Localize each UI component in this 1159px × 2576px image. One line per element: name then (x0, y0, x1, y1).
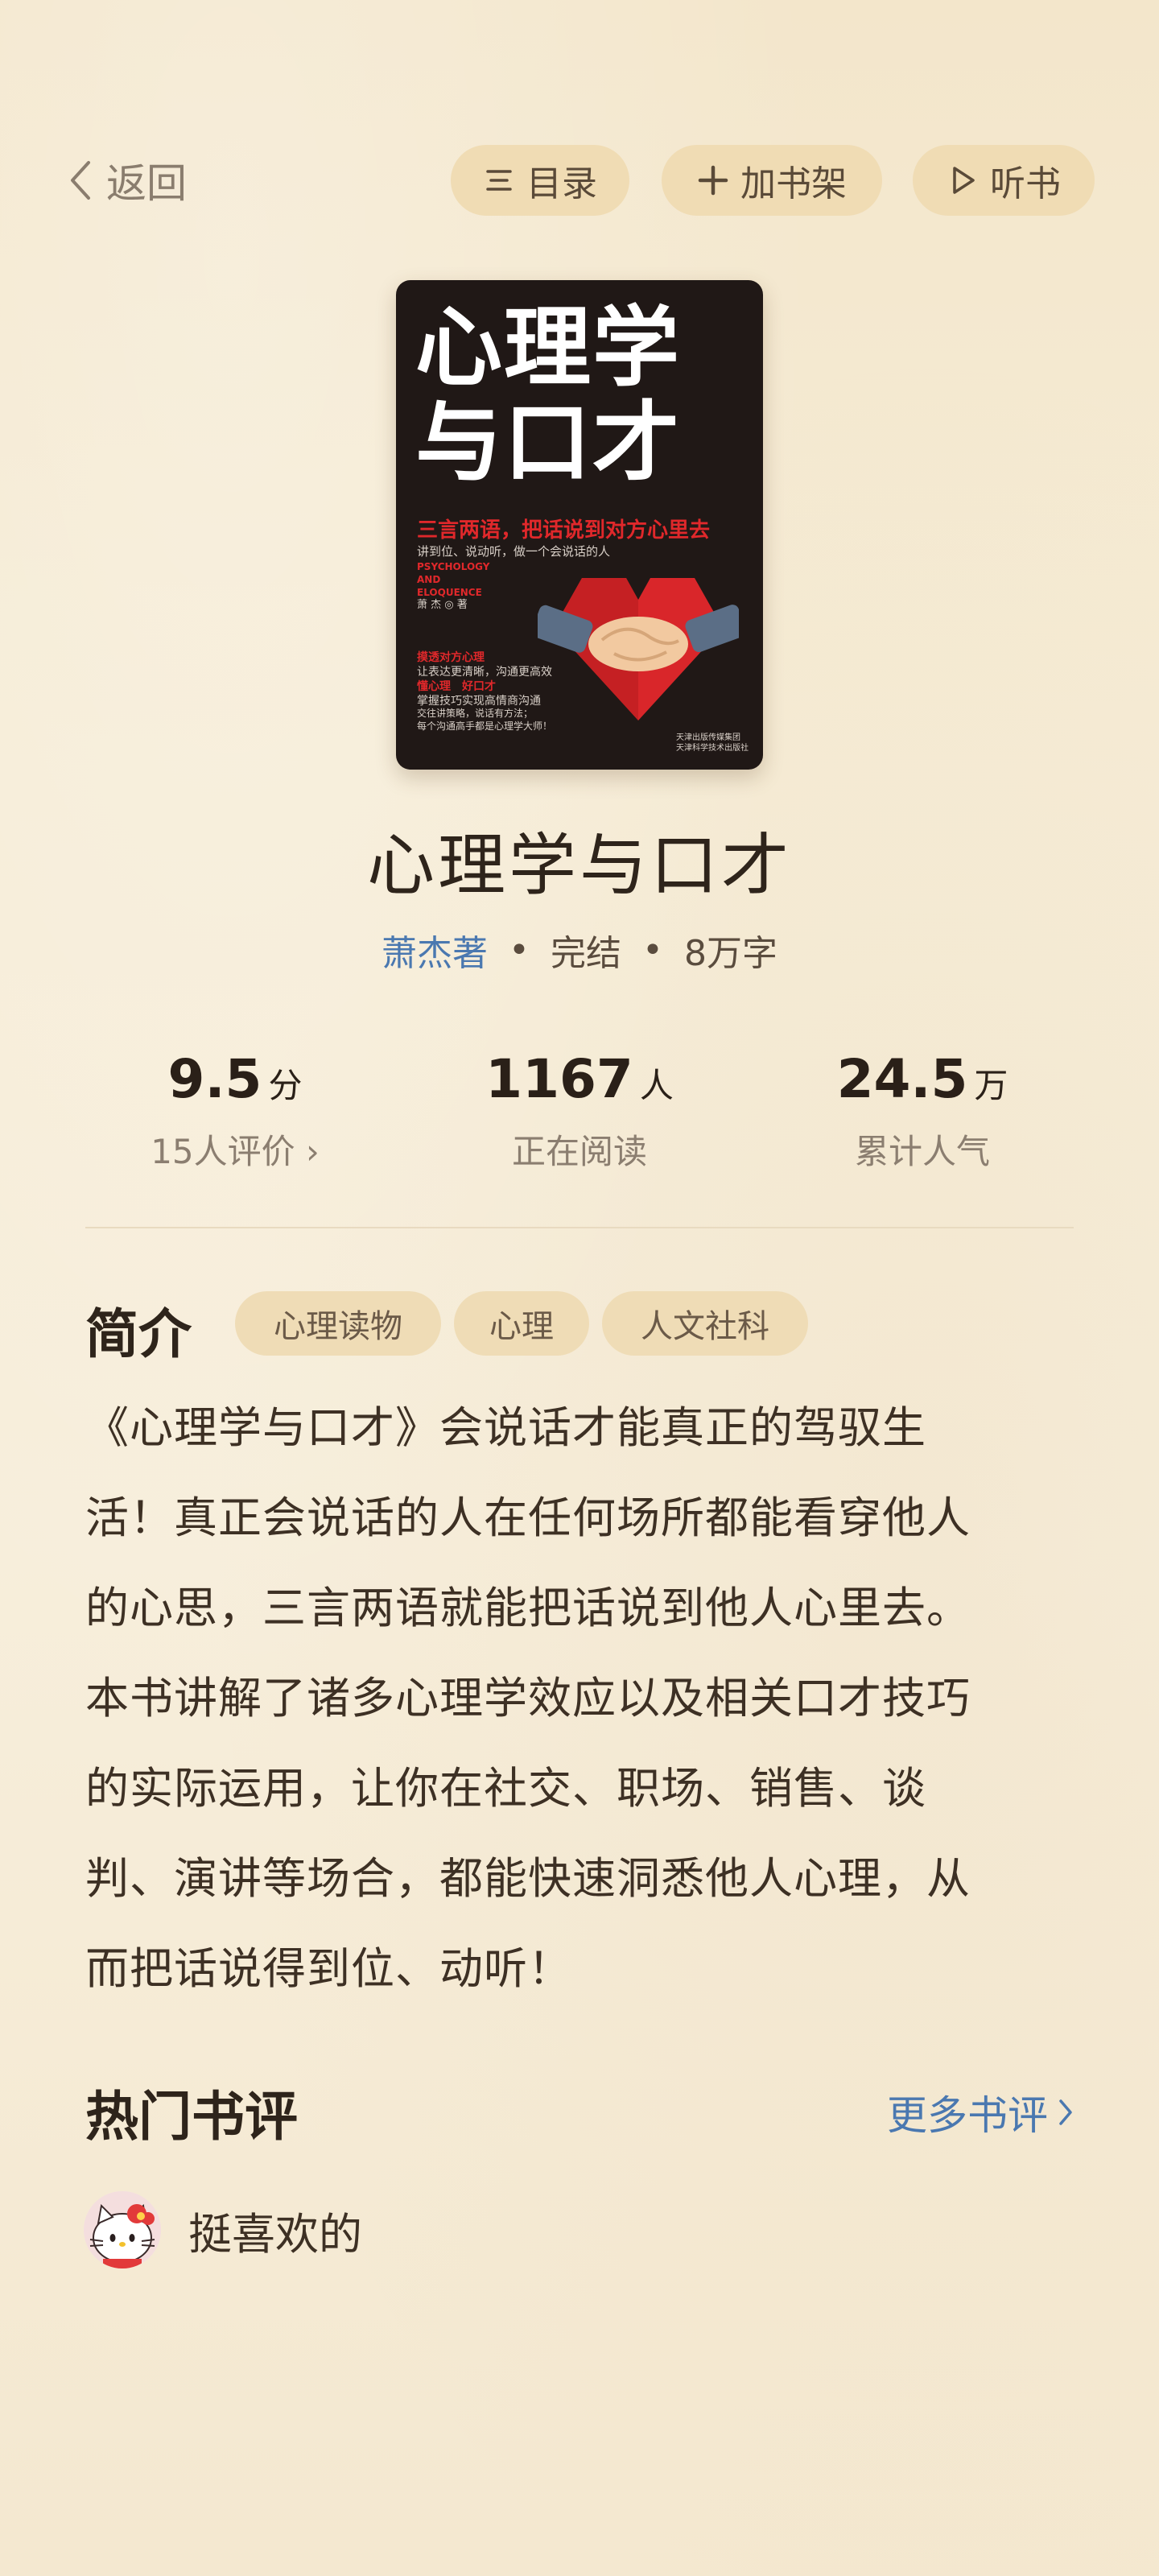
back-button[interactable]: 返回 (68, 151, 187, 209)
intro-line: 判、演讲等场合，都能快速洞悉他人心理，从 (85, 1853, 971, 1904)
cover-publisher: 天津出版传媒集团 天津科学技术出版社 (676, 733, 749, 753)
more-reviews-link[interactable]: 更多书评 (887, 2083, 1074, 2141)
intro-text: 《心理学与口才》会说话才能真正的驾驭生 活！真正会说话的人在任何场所都能看穿他人… (85, 1383, 1083, 2014)
add-to-shelf-label: 加书架 (740, 163, 847, 204)
popularity-value: 24.5 (836, 1048, 968, 1110)
avatar[interactable] (84, 2191, 161, 2268)
meta-separator: • (642, 929, 663, 971)
meta-separator: • (509, 929, 530, 971)
rating-value: 9.5 (167, 1048, 262, 1110)
intro-line: 的心思，三言两语就能把话说到他人心里去。 (85, 1583, 971, 1633)
play-icon (947, 164, 979, 196)
tag-chip[interactable]: 心理读物 (235, 1291, 441, 1356)
divider (85, 1227, 1074, 1228)
readers-caption: 正在阅读 (511, 1132, 647, 1171)
cover-blurb: 摸透对方心理 让表达更清晰，沟通更高效 懂心理 好口才 掌握技巧实现高情商沟通 (417, 651, 552, 708)
list-icon (483, 164, 515, 196)
popularity-unit: 万 (974, 1066, 1008, 1105)
chevron-right-icon (1059, 2099, 1072, 2125)
book-title: 心理学与口才 (366, 826, 792, 905)
intro-line: 活！真正会说话的人在任何场所都能看穿他人 (85, 1492, 971, 1543)
intro-line: 《心理学与口才》会说话才能真正的驾驭生 (85, 1402, 926, 1453)
heart-handshake-illustration (538, 578, 739, 720)
popularity-caption: 累计人气 (854, 1132, 990, 1171)
review-item[interactable]: 挺喜欢的 (84, 2191, 362, 2268)
intro-heading: 简介 (85, 1303, 192, 1365)
tag-chip[interactable]: 心理 (454, 1291, 589, 1356)
tag-chip[interactable]: 人文社科 (602, 1291, 808, 1356)
cover-english-title: PSYCHOLOGY AND ELOQUENCE (417, 561, 490, 598)
readers-stat: 1167 人 正在阅读 (435, 1048, 724, 1174)
back-label: 返回 (106, 160, 187, 207)
book-meta: 萧杰著 • 完结 • 8万字 (0, 924, 1159, 976)
cover-author: 萧 杰 ◎ 著 (417, 599, 468, 611)
cover-subtagline: 讲到位、说动听，做一个会说话的人 (417, 544, 611, 559)
intro-line: 而把话说得到位、动听！ (85, 1943, 572, 1994)
readers-value: 1167 (485, 1048, 633, 1110)
review-text: 挺喜欢的 (188, 2208, 362, 2260)
plus-icon (697, 164, 729, 196)
hello-kitty-avatar-icon (84, 2191, 161, 2268)
listen-label: 听书 (990, 163, 1061, 204)
rating-caption: 15人评价 › (151, 1132, 320, 1171)
reviews-heading: 热门书评 (85, 2086, 298, 2148)
book-cover[interactable]: 心理学 与口才 三言两语，把话说到对方心里去 讲到位、说动听，做一个会说话的人 … (396, 280, 763, 770)
cover-blurb-small: 交往讲策略，说话有方法； 每个沟通高手都是心理学大师！ (417, 708, 553, 732)
more-reviews-label: 更多书评 (887, 2092, 1048, 2139)
popularity-stat: 24.5 万 累计人气 (777, 1048, 1067, 1174)
word-count: 8万字 (683, 933, 777, 974)
cover-title: 心理学 与口才 (415, 298, 682, 493)
add-to-shelf-button[interactable]: 加书架 (662, 145, 882, 216)
readers-unit: 人 (639, 1066, 674, 1105)
book-status: 完结 (551, 933, 621, 974)
toc-button[interactable]: 目录 (451, 145, 629, 216)
listen-button[interactable]: 听书 (913, 145, 1095, 216)
chevron-left-icon (71, 161, 90, 200)
intro-line: 本书讲解了诸多心理学效应以及相关口才技巧 (85, 1673, 971, 1724)
toc-label: 目录 (526, 163, 597, 204)
author-link[interactable]: 萧杰著 (382, 924, 488, 976)
intro-line: 的实际运用，让你在社交、职场、销售、谈 (85, 1763, 926, 1814)
cover-tagline: 三言两语，把话说到对方心里去 (417, 518, 711, 543)
rating-stat[interactable]: 9.5 分 15人评价 › (90, 1048, 380, 1174)
rating-unit: 分 (268, 1066, 303, 1105)
